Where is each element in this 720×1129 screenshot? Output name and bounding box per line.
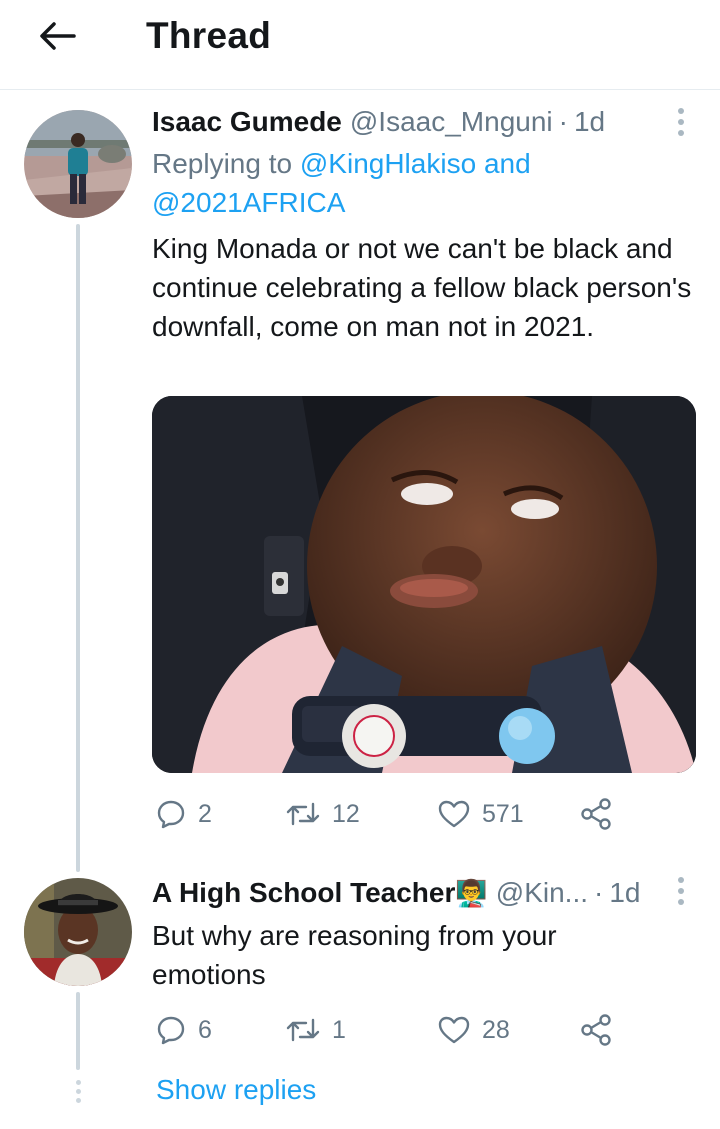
like-button[interactable]: 28 [438,1008,510,1052]
tweet-header: A High School Teacher 👨‍🏫 @Kin... · 1d [152,877,640,909]
author-handle[interactable]: @Kin... [496,877,588,909]
heart-icon [438,1016,470,1044]
more-dot-icon [678,877,684,883]
avatar-photo-man-hat [24,878,132,986]
mention-joiner: and [483,148,531,179]
thread-dot [75,1080,81,1085]
avatar[interactable] [24,878,132,986]
more-options-button[interactable] [666,102,696,142]
more-dot-icon [678,119,684,125]
share-icon [581,1014,611,1046]
like-count: 571 [482,799,524,828]
reply-button[interactable]: 2 [156,792,212,836]
tweet-text: But why are reasoning from your emotions [152,920,557,990]
reply-icon [157,1016,185,1045]
page-title: Thread [146,15,272,56]
more-dot-icon [678,130,684,136]
replying-prefix: Replying to [152,148,293,179]
tweet-time: 1d [609,877,641,908]
retweet-count: 12 [332,799,360,828]
back-button[interactable] [34,16,80,56]
top-bar: Thread [0,0,720,90]
reply-icon [157,800,185,829]
more-dot-icon [678,899,684,905]
more-dot-icon [678,108,684,114]
reply-count: 2 [198,799,212,828]
like-count: 28 [482,1015,510,1044]
thread-dot [75,1089,81,1094]
author-handle[interactable]: @Isaac_Mnguni [350,106,553,138]
heart-icon [438,800,470,828]
separator-dot: · [594,877,604,908]
reply-count: 6 [198,1015,212,1044]
mention-link[interactable]: @KingHlakiso [300,148,476,179]
more-dot-icon [678,888,684,894]
tweet-time: 1d [573,106,606,137]
tweet-actions: 6 1 28 [152,1008,622,1052]
baby-photo-image [152,396,696,773]
thread-dot [75,1098,81,1103]
share-icon [581,798,611,830]
retweet-button[interactable]: 1 [286,1008,346,1052]
replying-to: Replying to @KingHlakiso and @2021AFRICA [152,144,672,222]
tweet-media-image[interactable] [152,396,696,773]
tweet-header: Isaac Gumede @Isaac_Mnguni · 1d [152,106,605,138]
author-name[interactable]: Isaac Gumede [152,106,342,138]
retweet-icon [286,1018,320,1042]
share-button[interactable] [580,792,612,836]
like-button[interactable]: 571 [438,792,524,836]
tweet-text: King Monada or not we can't be black and… [152,233,692,342]
author-name[interactable]: A High School Teacher [152,877,455,909]
show-replies-link[interactable]: Show replies [156,1074,316,1106]
avatar[interactable] [24,110,132,218]
more-options-button[interactable] [666,871,696,911]
share-button[interactable] [580,1008,612,1052]
more-thread-dots-icon [74,1080,82,1103]
thread-connector-line [76,224,80,872]
teacher-emoji-icon: 👨‍🏫 [455,878,488,908]
retweet-button[interactable]: 12 [286,792,360,836]
thread-connector-line [76,992,80,1070]
retweet-count: 1 [332,1015,346,1044]
avatar-photo-man-standing [24,110,132,218]
tweet-actions: 2 12 571 [152,792,622,836]
reply-button[interactable]: 6 [156,1008,212,1052]
separator-dot: · [558,106,568,137]
mention-link[interactable]: @2021AFRICA [152,187,345,218]
retweet-icon [286,802,320,826]
arrow-left-icon [40,22,76,50]
